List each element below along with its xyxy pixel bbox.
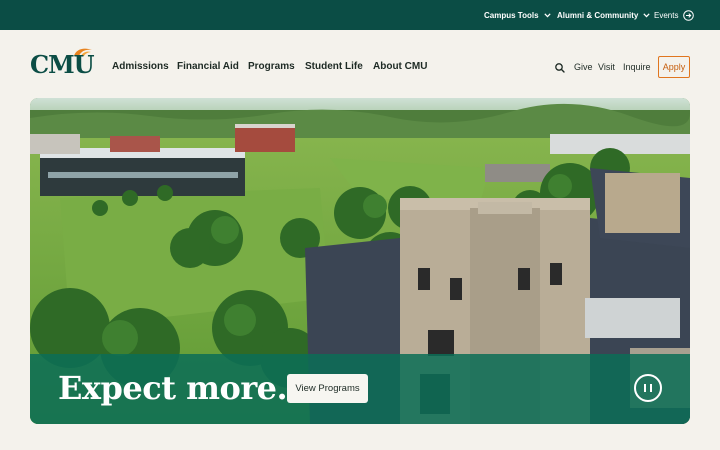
- nav-item-about-cmu[interactable]: About CMU: [373, 57, 427, 77]
- pause-icon: [644, 384, 646, 392]
- chevron-down-icon: [643, 12, 650, 17]
- events-link[interactable]: Events: [654, 0, 695, 30]
- nav-item-financial-aid[interactable]: Financial Aid: [177, 57, 239, 77]
- view-programs-button[interactable]: View Programs: [287, 374, 368, 403]
- give-link[interactable]: Give: [574, 57, 593, 77]
- arrow-right-circle-icon: [683, 9, 695, 21]
- search-icon: [555, 63, 565, 73]
- nav-item-programs[interactable]: Programs: [248, 57, 295, 77]
- campus-tools-label: Campus Tools: [484, 10, 539, 20]
- hero-headline: Expect more.: [58, 369, 288, 407]
- nav-item-admissions[interactable]: Admissions: [112, 57, 169, 77]
- logo-text: CMU: [30, 50, 95, 79]
- chevron-down-icon: [543, 12, 551, 17]
- visit-link[interactable]: Visit: [598, 57, 615, 77]
- pause-slideshow-button[interactable]: [634, 374, 662, 402]
- pause-icon: [650, 384, 652, 392]
- hero-banner: Expect more. View Programs: [30, 98, 690, 424]
- inquire-link[interactable]: Inquire: [623, 57, 651, 77]
- search-button[interactable]: [554, 61, 566, 73]
- nav-item-student-life[interactable]: Student Life: [305, 57, 363, 77]
- events-label: Events: [654, 10, 679, 20]
- cmu-logo[interactable]: CMU: [30, 46, 96, 80]
- campus-tools-menu[interactable]: Campus Tools: [484, 0, 551, 30]
- alumni-community-label: Alumni & Community: [557, 10, 639, 20]
- apply-button[interactable]: Apply: [658, 56, 690, 78]
- utility-bar: Campus Tools Alumni & Community Events: [0, 0, 720, 30]
- alumni-community-menu[interactable]: Alumni & Community: [557, 0, 650, 30]
